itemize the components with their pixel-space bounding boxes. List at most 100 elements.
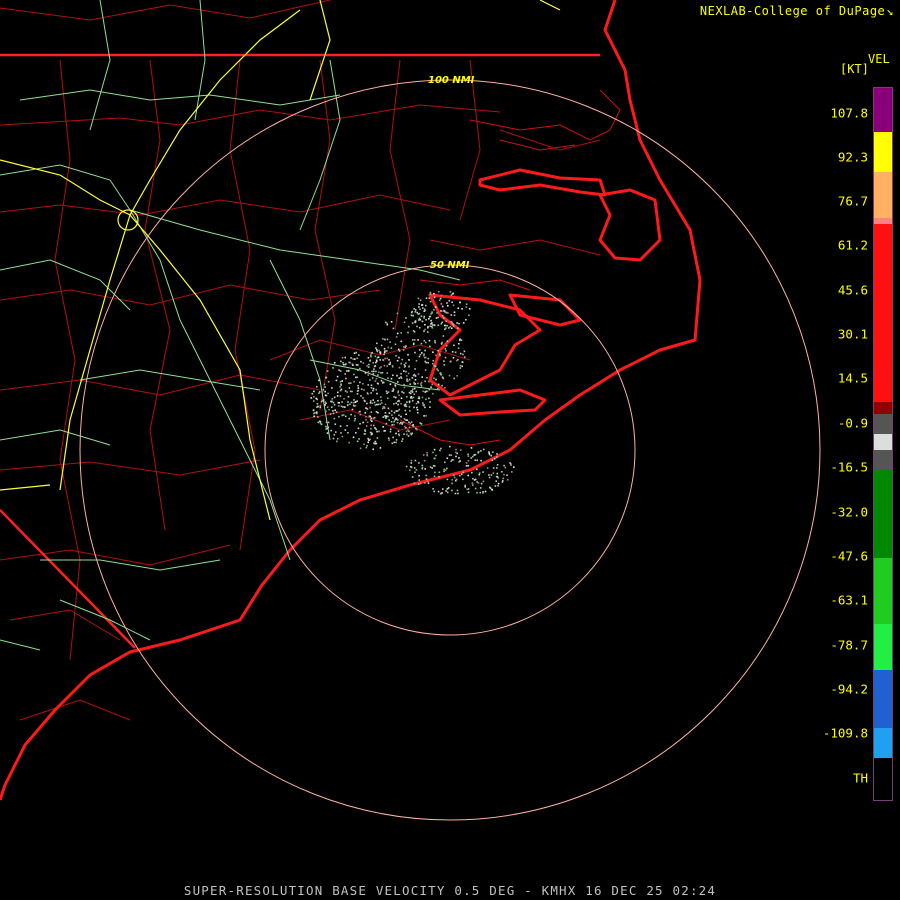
echo-pixel: [385, 422, 388, 425]
echo-pixel: [470, 457, 472, 459]
echo-pixel: [377, 403, 380, 406]
echo-pixel: [441, 321, 443, 324]
echo-pixel: [380, 379, 383, 382]
echo-pixel: [373, 401, 376, 404]
echo-pixel: [369, 406, 371, 409]
echo-pixel: [432, 392, 434, 395]
echo-pixel: [411, 322, 414, 324]
echo-pixel: [341, 401, 343, 403]
echo-pixel: [438, 476, 440, 478]
echo-pixel: [428, 315, 431, 318]
echo-pixel: [364, 400, 366, 403]
echo-pixel: [322, 399, 325, 401]
echo-pixel: [401, 438, 404, 440]
echo-pixel: [322, 388, 325, 391]
echo-pixel: [367, 357, 370, 359]
echo-pixel: [395, 441, 397, 444]
echo-pixel: [375, 442, 378, 445]
echo-pixel: [455, 448, 457, 451]
echo-pixel: [335, 379, 338, 382]
echo-pixel: [495, 480, 497, 482]
echo-pixel: [482, 491, 484, 493]
echo-pixel: [435, 454, 437, 457]
echo-pixel: [429, 466, 432, 468]
echo-pixel: [497, 482, 500, 485]
echo-pixel: [434, 340, 436, 342]
range-label-100: 100 NMI: [428, 75, 475, 86]
echo-pixel: [387, 377, 389, 379]
echo-pixel: [434, 306, 437, 308]
echo-pixel: [413, 393, 416, 395]
echo-pixel: [374, 355, 377, 358]
echo-pixel: [496, 453, 498, 455]
echo-pixel: [420, 315, 423, 317]
echo-pixel: [414, 309, 417, 311]
echo-pixel: [324, 401, 326, 403]
echo-pixel: [340, 432, 342, 434]
echo-pixel: [488, 452, 490, 454]
echo-pixel: [408, 426, 411, 429]
echo-pixel: [383, 353, 385, 356]
echo-pixel: [376, 430, 378, 433]
echo-pixel: [442, 335, 445, 337]
echo-pixel: [480, 482, 483, 485]
echo-pixel: [449, 360, 452, 363]
echo-pixel: [395, 336, 398, 338]
echo-pixel: [423, 310, 425, 312]
echo-pixel: [336, 395, 339, 397]
echo-pixel: [418, 474, 420, 477]
echo-pixel: [410, 433, 413, 436]
echo-pixel: [331, 387, 333, 389]
echo-pixel: [407, 435, 410, 437]
echo-pixel: [429, 291, 432, 294]
echo-pixel: [393, 441, 395, 444]
echo-pixel: [430, 323, 432, 325]
echo-pixel: [426, 331, 429, 333]
echo-pixel: [433, 490, 435, 493]
echo-pixel: [510, 464, 512, 466]
echo-pixel: [459, 449, 462, 451]
echo-pixel: [373, 370, 375, 373]
echo-pixel: [437, 349, 439, 352]
echo-pixel: [336, 375, 339, 378]
echo-pixel: [424, 482, 426, 484]
echo-pixel: [411, 400, 414, 402]
echo-pixel: [466, 488, 468, 491]
echo-pixel: [440, 294, 443, 297]
echo-pixel: [379, 447, 382, 449]
echo-pixel: [445, 327, 447, 329]
corner-arrow-icon: ↘: [886, 4, 894, 18]
echo-pixel: [375, 428, 377, 431]
echo-pixel: [386, 392, 388, 394]
echo-pixel: [392, 374, 394, 377]
echo-pixel: [405, 362, 407, 364]
echo-pixel: [372, 424, 375, 427]
echo-pixel: [401, 423, 403, 425]
echo-pixel: [357, 369, 359, 371]
echo-pixel: [432, 488, 434, 490]
echo-pixel: [418, 303, 420, 305]
echo-pixel: [459, 338, 461, 341]
echo-pixel: [439, 449, 441, 452]
echo-pixel: [465, 306, 468, 308]
echo-pixel: [407, 325, 410, 328]
echo-pixel: [375, 347, 377, 349]
echo-pixel: [352, 401, 355, 404]
echo-pixel: [418, 462, 420, 464]
legend-title-top: VEL: [868, 52, 890, 66]
echo-pixel: [395, 432, 397, 435]
echo-pixel: [436, 368, 438, 370]
echo-pixel: [376, 392, 378, 395]
echo-pixel: [397, 430, 400, 432]
echo-pixel: [425, 304, 427, 307]
echo-pixel: [488, 451, 490, 453]
echo-pixel: [459, 352, 462, 355]
echo-pixel: [318, 379, 320, 382]
echo-pixel: [375, 388, 377, 391]
echo-pixel: [455, 451, 457, 454]
echo-pixel: [337, 391, 339, 394]
echo-pixel: [457, 307, 460, 309]
echo-pixel: [324, 394, 327, 397]
echo-pixel: [369, 402, 372, 404]
echo-pixel: [401, 390, 403, 393]
